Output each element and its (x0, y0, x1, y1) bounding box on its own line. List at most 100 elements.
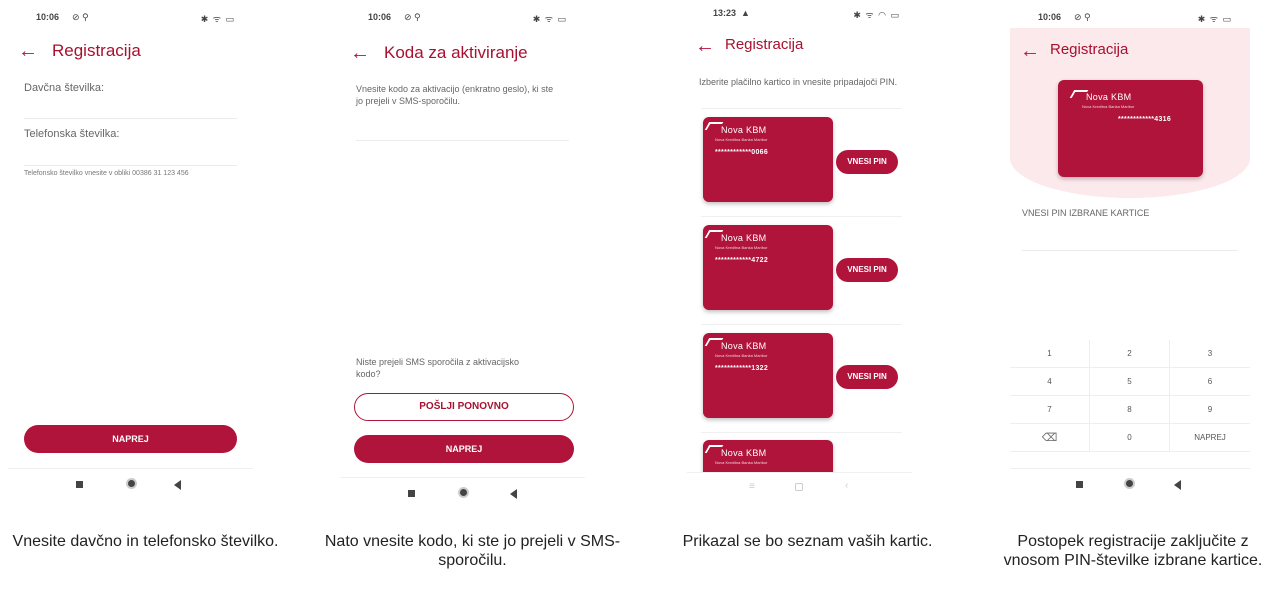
back-arrow-icon[interactable]: ← (1020, 40, 1040, 62)
status-system-icons: ⊘ ⚲ (72, 12, 89, 22)
card-brand: Nova KBM (721, 233, 767, 243)
divider (701, 432, 902, 433)
status-bar: 10:06 ⊘ ⚲ ✱ ᯤ ▭ (8, 12, 253, 24)
tax-number-input[interactable] (24, 118, 237, 119)
status-time: 10:06 (36, 12, 60, 22)
pin-input[interactable] (1022, 250, 1238, 251)
card-number: ************4722 (715, 257, 769, 264)
resend-button[interactable]: POŠLJI PONOVNO (354, 393, 574, 421)
back-arrow-icon[interactable]: ← (695, 35, 715, 57)
page-title: Koda za aktiviranje (384, 43, 528, 62)
key-2[interactable]: 2 (1090, 340, 1170, 368)
status-bar: 13:23 ▲ ✱ ᯤ ◠ ▭ (687, 8, 912, 20)
back-nav-icon[interactable]: ‹ (845, 480, 848, 491)
menu-nav-icon[interactable]: ≡ (749, 481, 755, 492)
back-nav-icon[interactable] (1174, 480, 1181, 490)
card-brand: Nova KBM (1086, 92, 1132, 102)
enter-pin-button[interactable]: VNESI PIN (836, 258, 898, 282)
card-number: ************1322 (715, 365, 769, 372)
status-system-icons: ▲ (741, 8, 750, 18)
divider (701, 216, 902, 217)
app-bar: ← Registracija (1010, 38, 1250, 68)
backspace-icon[interactable]: ⌫ (1010, 424, 1090, 452)
status-right-icons: ✱ ᯤ ▭ (532, 14, 567, 24)
caption-step-1: Vnesite davčno in telefonsko številko. (12, 533, 279, 550)
system-nav-bar (8, 468, 253, 498)
divider (701, 108, 902, 109)
key-7[interactable]: 7 (1010, 396, 1090, 424)
screen-enter-pin: 10:06 ⊘ ⚲ ✱ ᯤ ▭ ← Registracija Nova KBM … (1010, 0, 1250, 505)
card-brand-sub: Nova Kreditna Banka Maribor (715, 460, 768, 465)
recent-apps-icon[interactable] (408, 490, 415, 497)
next-button[interactable]: NAPREJ (354, 435, 574, 463)
status-system-icons: ⊘ ⚲ (404, 12, 421, 22)
status-bar: 10:06 ⊘ ⚲ ✱ ᯤ ▭ (340, 12, 585, 24)
caption-step-3: Prikazal se bo seznam vaših kartic. (682, 533, 933, 550)
system-nav-bar (340, 477, 585, 505)
card-brand-sub: Nova Kreditna Banka Maribor (715, 353, 768, 358)
caption-step-2: Nato vnesite kodo, ki ste jo prejeli v S… (324, 533, 621, 569)
home-icon[interactable] (458, 487, 469, 498)
system-nav-bar: ≡ ‹ (687, 472, 912, 502)
card-number: ************0066 (715, 149, 769, 156)
keypad-next-button[interactable]: NAPREJ (1170, 424, 1250, 452)
status-system-icons: ⊘ ⚲ (1074, 12, 1091, 22)
back-arrow-icon[interactable]: ← (18, 40, 38, 62)
pin-label: VNESI PIN IZBRANE KARTICE (1022, 208, 1150, 218)
card-number: ************4316 (1118, 116, 1172, 123)
back-arrow-icon[interactable]: ← (350, 42, 370, 64)
enter-pin-button[interactable]: VNESI PIN (836, 150, 898, 174)
activation-instruction: Vnesite kodo za aktivacijo (enkratno ges… (356, 84, 554, 106)
screen-tax-and-phone: 10:06 ⊘ ⚲ ✱ ᯤ ▭ ← Registracija Davčna št… (8, 0, 253, 505)
next-button[interactable]: NAPREJ (24, 425, 237, 453)
page-title: Registracija (725, 36, 804, 53)
status-time: 13:23 (713, 8, 737, 18)
tax-number-label: Davčna številka: (24, 82, 105, 94)
key-9[interactable]: 9 (1170, 396, 1250, 424)
status-time: 10:06 (368, 12, 392, 22)
key-6[interactable]: 6 (1170, 368, 1250, 396)
back-nav-icon[interactable] (174, 480, 181, 490)
app-bar: ← Registracija (687, 33, 912, 63)
card-item[interactable]: Nova KBM Nova Kreditna Banka Maribor ***… (703, 333, 833, 418)
status-time: 10:06 (1038, 12, 1062, 22)
no-sms-text: Niste prejeli SMS sporočila z aktivacijs… (356, 357, 520, 379)
status-bar: 10:06 ⊘ ⚲ ✱ ᯤ ▭ (1010, 12, 1250, 24)
screen-card-list: 13:23 ▲ ✱ ᯤ ◠ ▭ ← Registracija Izberite … (687, 0, 912, 505)
key-8[interactable]: 8 (1090, 396, 1170, 424)
recent-apps-icon[interactable] (76, 481, 83, 488)
back-nav-icon[interactable] (510, 489, 517, 499)
screen-activation-code: 10:06 ⊘ ⚲ ✱ ᯤ ▭ ← Koda za aktiviranje Vn… (340, 0, 585, 505)
key-0[interactable]: 0 (1090, 424, 1170, 452)
recent-apps-icon[interactable] (1076, 481, 1083, 488)
status-right-icons: ✱ ᯤ ◠ ▭ (853, 10, 900, 20)
key-1[interactable]: 1 (1010, 340, 1090, 368)
status-right-icons: ✱ ᯤ ▭ (1197, 14, 1232, 24)
status-right-icons: ✱ ᯤ ▭ (200, 14, 235, 24)
divider (701, 324, 902, 325)
system-nav-bar (1010, 468, 1250, 498)
numeric-keypad: 1 2 3 4 5 6 7 8 9 ⌫ 0 NAPREJ (1010, 340, 1250, 452)
card-item[interactable]: Nova KBM Nova Kreditna Banka Maribor ***… (703, 117, 833, 202)
key-5[interactable]: 5 (1090, 368, 1170, 396)
key-3[interactable]: 3 (1170, 340, 1250, 368)
home-icon[interactable] (795, 483, 803, 491)
card-item[interactable]: Nova KBM Nova Kreditna Banka Maribor ***… (703, 225, 833, 310)
card-brand-sub: Nova Kreditna Banka Maribor (1082, 104, 1135, 109)
phone-number-label: Telefonska številka: (24, 128, 120, 140)
page-title: Registracija (1050, 41, 1129, 58)
phone-format-hint: Telefonsko številko vnesite v obliki 003… (24, 170, 189, 177)
app-bar: ← Registracija (8, 38, 253, 68)
home-icon[interactable] (126, 478, 137, 489)
phone-number-input[interactable] (24, 165, 237, 166)
card-select-instruction: Izberite plačilno kartico in vnesite pri… (699, 77, 898, 87)
card-brand-sub: Nova Kreditna Banka Maribor (715, 137, 768, 142)
page-title: Registracija (52, 41, 141, 60)
enter-pin-button[interactable]: VNESI PIN (836, 365, 898, 389)
card-brand: Nova KBM (721, 341, 767, 351)
app-bar: ← Koda za aktiviranje (340, 40, 585, 70)
selected-card: Nova KBM Nova Kreditna Banka Maribor ***… (1058, 80, 1203, 177)
home-icon[interactable] (1124, 478, 1135, 489)
activation-code-input[interactable] (356, 140, 569, 141)
key-4[interactable]: 4 (1010, 368, 1090, 396)
